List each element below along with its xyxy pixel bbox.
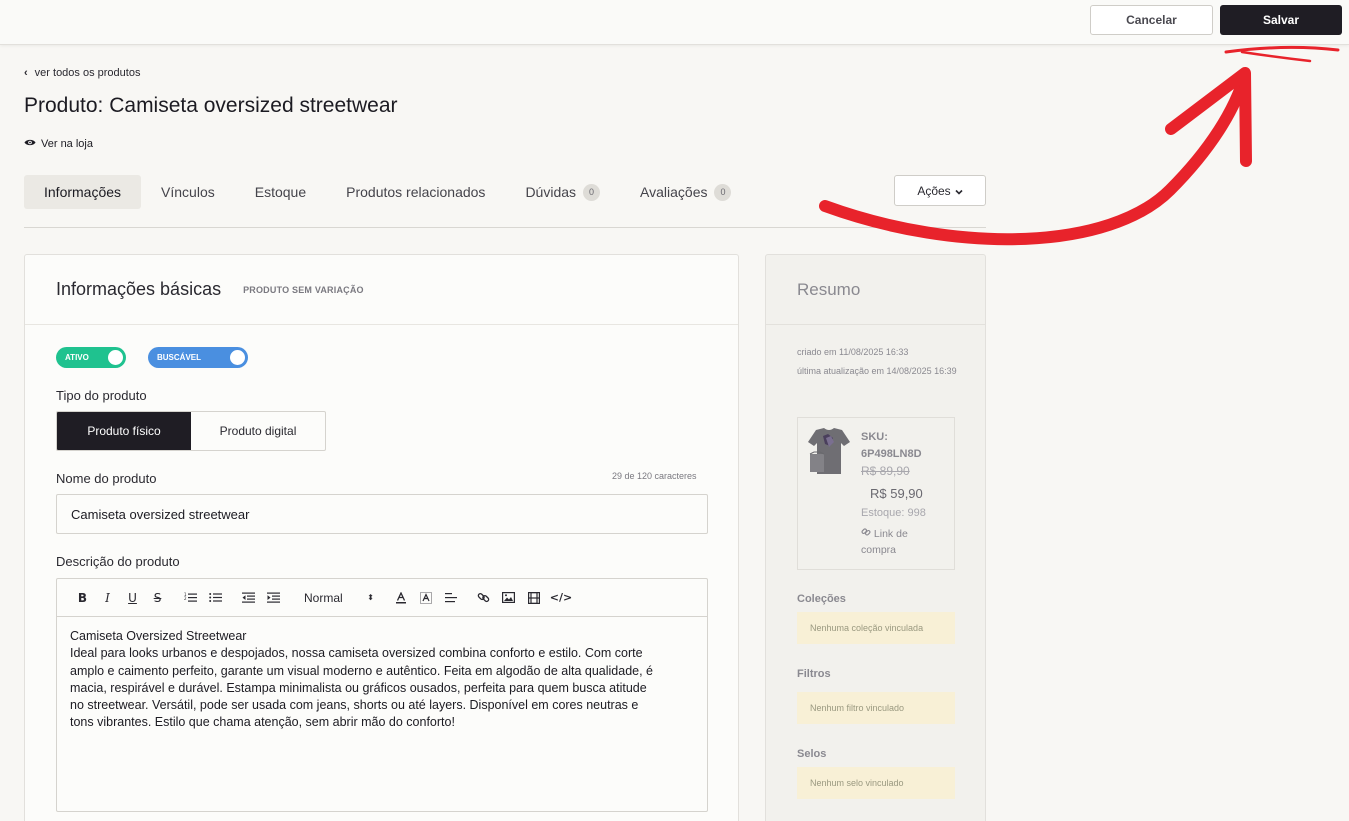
toggle-knob — [108, 350, 123, 365]
product-thumbnail — [808, 428, 850, 474]
insert-link-icon[interactable] — [471, 587, 496, 609]
description-line: tons vibrantes. Estilo que chama atenção… — [70, 715, 455, 730]
collections-title: Coleções — [797, 593, 846, 605]
sku-label: SKU: — [861, 431, 888, 443]
updated-date: última atualização em 14/08/2025 16:39 — [797, 366, 957, 376]
text-format-select[interactable]: Normal ⬍ — [292, 587, 382, 609]
tab-produtos-relacionados[interactable]: Produtos relacionados — [326, 175, 505, 209]
product-name-label: Nome do produto — [56, 471, 157, 486]
view-in-store-link[interactable]: Ver na loja — [24, 138, 93, 150]
outdent-icon[interactable] — [236, 587, 261, 609]
toggle-label: BUSCÁVEL — [157, 353, 202, 362]
tab-label: Estoque — [254, 184, 307, 200]
back-link-label: ver todos os produtos — [34, 67, 141, 79]
back-to-products-link[interactable]: ‹ ver todos os produtos — [24, 67, 140, 79]
product-tabs: Informações Vínculos Estoque Produtos re… — [24, 175, 751, 209]
top-action-bar: Cancelar Salvar — [0, 0, 1349, 45]
summary-title: Resumo — [766, 255, 985, 325]
description-line: amplo e caimento perfeito, garante um vi… — [70, 663, 654, 678]
sku-card: SKU: 6P498LN8D R$ 89,90 R$ 59,90 Estoque… — [797, 417, 955, 570]
underline-icon[interactable]: U — [120, 587, 145, 609]
filters-title: Filtros — [797, 668, 831, 680]
actions-dropdown-button[interactable]: Ações — [894, 175, 986, 206]
filters-empty-note: Nenhum filtro vinculado — [797, 692, 955, 724]
product-name-input[interactable]: Camiseta oversized streetwear — [56, 494, 708, 534]
basic-info-card: Informações básicas PRODUTO SEM VARIAÇÃO… — [24, 254, 739, 821]
tab-avaliacoes[interactable]: Avaliações 0 — [620, 175, 751, 209]
select-arrows-icon: ⬍ — [367, 593, 374, 602]
text-color-icon[interactable] — [388, 587, 413, 609]
indent-icon[interactable] — [261, 587, 286, 609]
variation-status-label: PRODUTO SEM VARIAÇÃO — [243, 284, 364, 295]
save-button[interactable]: Salvar — [1220, 5, 1342, 35]
tab-estoque[interactable]: Estoque — [235, 175, 326, 209]
created-date: criado em 11/08/2025 16:33 — [797, 347, 909, 357]
stock-count: Estoque: 998 — [861, 507, 926, 519]
page-title: Produto: Camiseta oversized streetwear — [24, 94, 398, 117]
toggle-knob — [230, 350, 245, 365]
format-select-value: Normal — [304, 590, 343, 605]
description-label: Descrição do produto — [56, 554, 180, 569]
video-icon[interactable] — [521, 587, 546, 609]
digital-product-option[interactable]: Produto digital — [191, 412, 325, 450]
tab-vinculos[interactable]: Vínculos — [141, 175, 235, 209]
ordered-list-icon[interactable]: 12 — [178, 587, 203, 609]
bold-icon[interactable]: B — [70, 587, 95, 609]
eye-icon — [24, 138, 36, 150]
annotation-arrow-shaft — [819, 69, 1251, 246]
tab-informacoes[interactable]: Informações — [24, 175, 142, 209]
tab-label: Dúvidas — [525, 184, 577, 200]
bullet-list-icon[interactable] — [203, 587, 228, 609]
sale-price: R$ 59,90 — [870, 486, 923, 501]
annotation-underline — [1224, 45, 1340, 54]
strikethrough-icon[interactable]: S — [145, 587, 170, 609]
cancel-button[interactable]: Cancelar — [1090, 5, 1213, 35]
searchable-toggle[interactable]: BUSCÁVEL — [148, 347, 248, 368]
code-icon[interactable]: </> — [546, 587, 576, 609]
description-line: no streetwear. Versátil, pode ser usada … — [70, 698, 639, 713]
seals-title: Selos — [797, 748, 827, 760]
tab-label: Avaliações — [640, 184, 708, 200]
card-title: Informações básicas — [56, 279, 222, 299]
char-counter: 29 de 120 caracteres — [612, 471, 697, 481]
link-icon — [861, 528, 874, 540]
product-type-selector: Produto físico Produto digital — [56, 411, 326, 451]
background-color-icon[interactable] — [413, 587, 438, 609]
description-content[interactable]: Camiseta Oversized Streetwear Ideal para… — [57, 617, 707, 743]
actions-label: Ações — [917, 183, 951, 198]
svg-text:2: 2 — [184, 596, 187, 601]
image-icon[interactable] — [496, 587, 521, 609]
active-toggle[interactable]: ATIVO — [56, 347, 126, 368]
view-store-label: Ver na loja — [41, 138, 93, 150]
editor-toolbar: B I U S 12 Normal ⬍ </> — [57, 579, 707, 617]
italic-icon[interactable]: I — [95, 587, 120, 609]
annotation-arrow-head — [1165, 67, 1252, 167]
tab-label: Vínculos — [161, 184, 215, 200]
chevron-down-icon — [955, 184, 963, 198]
tab-duvidas[interactable]: Dúvidas 0 — [505, 175, 620, 209]
tabs-divider — [24, 227, 986, 228]
original-price: R$ 89,90 — [861, 464, 910, 478]
tab-label: Informações — [44, 184, 122, 200]
align-icon[interactable] — [438, 587, 463, 609]
description-line: Ideal para looks urbanos e despojados, n… — [70, 646, 643, 661]
tab-label: Produtos relacionados — [346, 184, 486, 200]
chevron-left-icon: ‹ — [24, 67, 28, 79]
sku-info: SKU: 6P498LN8D — [861, 429, 922, 463]
collections-empty-note: Nenhuma coleção vinculada — [797, 612, 955, 644]
toggle-label: ATIVO — [65, 353, 89, 362]
card-header: Informações básicas PRODUTO SEM VARIAÇÃO — [25, 255, 738, 325]
count-badge: 0 — [583, 183, 601, 201]
description-title: Camiseta Oversized Streetwear — [70, 629, 247, 643]
buy-link[interactable]: Link de compra — [861, 526, 931, 558]
annotation-underline-stroke — [1240, 50, 1312, 63]
physical-product-option[interactable]: Produto físico — [57, 412, 191, 450]
summary-card: Resumo criado em 11/08/2025 16:33 última… — [765, 254, 986, 821]
product-type-label: Tipo do produto — [56, 388, 147, 403]
description-editor: B I U S 12 Normal ⬍ </> Camiseta Oversiz… — [56, 578, 708, 812]
description-line: macia, respirável e durável. Estampa min… — [70, 680, 647, 695]
count-badge: 0 — [714, 183, 732, 201]
sku-value: 6P498LN8D — [861, 448, 922, 460]
seals-empty-note: Nenhum selo vinculado — [797, 767, 955, 799]
